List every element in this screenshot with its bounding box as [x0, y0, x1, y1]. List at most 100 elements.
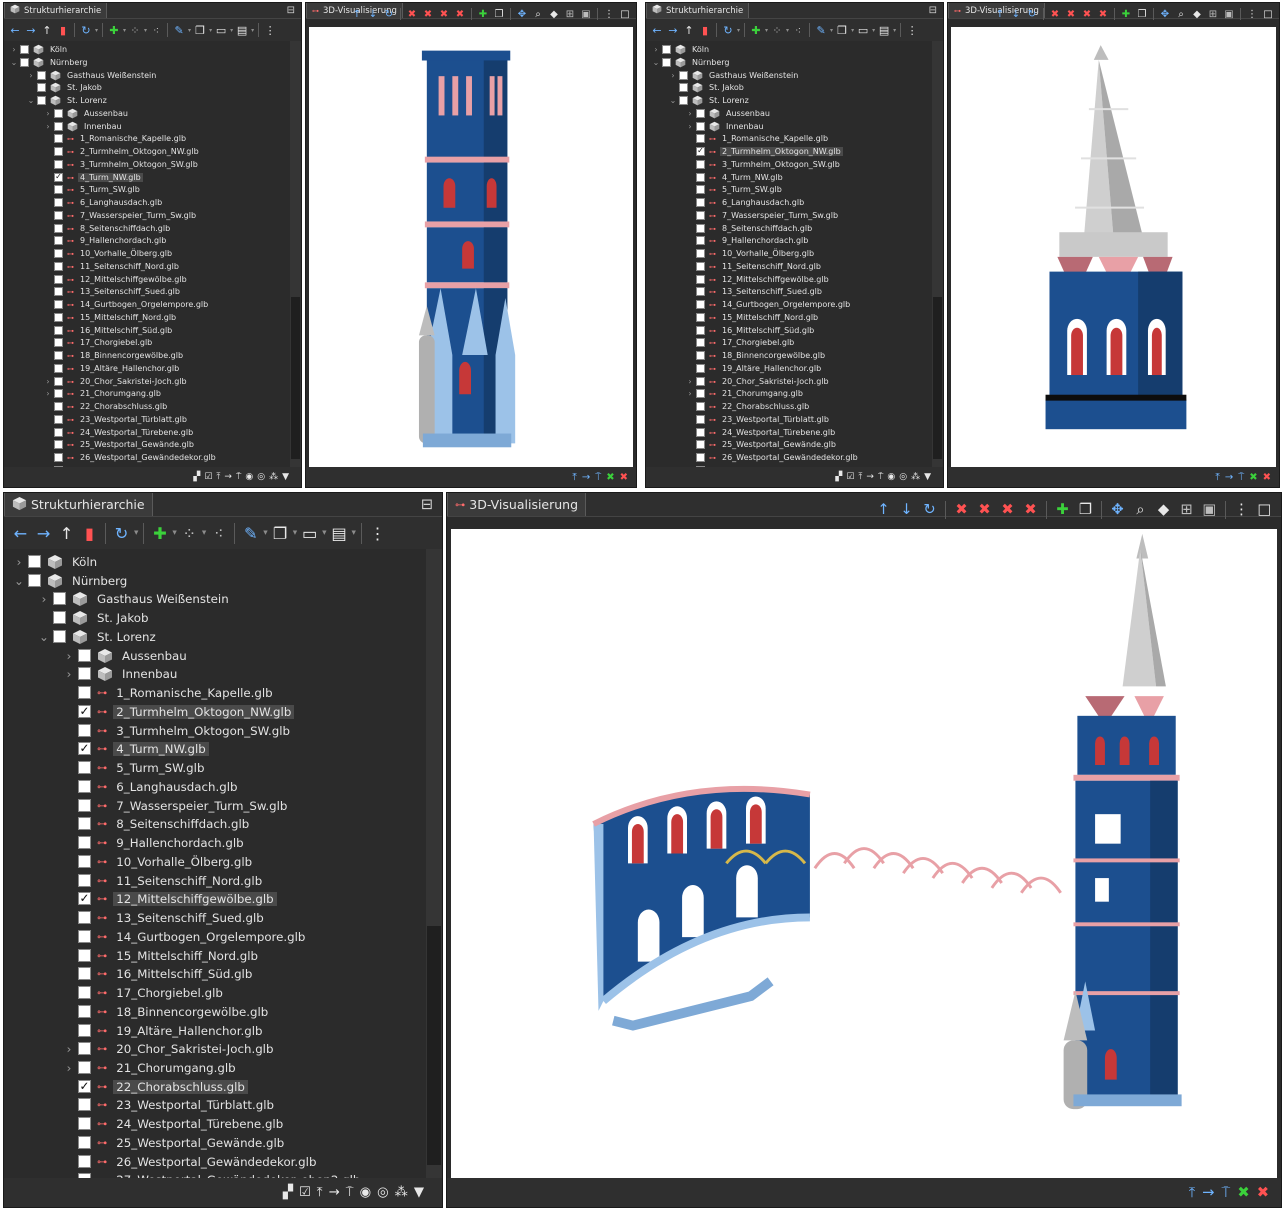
tree-row[interactable]: ⊶27_Westportal_Gewändedekor_oben2.glb	[4, 1170, 426, 1178]
screen-icon[interactable]: ▣	[1199, 501, 1220, 518]
visibility-checkbox[interactable]	[78, 930, 91, 943]
tree-row[interactable]: ⊶ 14_Gurtbogen_Orgelempore.glb	[4, 298, 290, 311]
zoom-icon[interactable]: ⌕	[1130, 501, 1151, 518]
eye-off-icon[interactable]: ◎	[257, 472, 265, 482]
tree-row[interactable]: ⊶ 3_Turmhelm_Oktogon_SW.glb	[4, 721, 426, 740]
visibility-checkbox[interactable]	[54, 377, 63, 386]
visibility-checkbox[interactable]	[78, 724, 91, 737]
tree-row[interactable]: › ⊶ 21_Chorumgang.glb	[4, 1058, 426, 1077]
fork-icon[interactable]: ⍑	[1222, 1184, 1231, 1201]
tree-row[interactable]: ⌄ Nürnberg	[4, 56, 290, 69]
chevron-right-icon[interactable]: ›	[60, 649, 78, 663]
add-icon[interactable]: ✚	[476, 9, 490, 20]
visibility-checkbox[interactable]	[54, 236, 63, 245]
tree-row[interactable]: ⊶ 11_Seitenschiff_Nord.glb	[646, 260, 932, 273]
pin-remove-icon[interactable]: ✖	[453, 9, 467, 20]
tree-row[interactable]: ⊶ 17_Chorgiebel.glb	[646, 336, 932, 349]
more-icon[interactable]: ⋮	[905, 19, 919, 41]
dropdown-icon[interactable]: ▾	[851, 27, 854, 34]
dropdown-icon[interactable]: ▾	[830, 27, 833, 34]
tree-row[interactable]: ⊶ 23_Westportal_Türblatt.glb	[4, 413, 290, 426]
dropdown-icon[interactable]: ▾	[134, 528, 138, 538]
eye-icon[interactable]: ◉	[887, 472, 895, 482]
grid-icon[interactable]: ⊞	[563, 9, 577, 20]
scrollbar-thumb[interactable]	[427, 926, 441, 1165]
filter-icon[interactable]: ▼	[282, 472, 289, 482]
zoom-icon[interactable]: ⌕	[531, 9, 545, 20]
fork-icon[interactable]: ⍑	[1238, 472, 1244, 483]
arrow-left-icon[interactable]: ←	[10, 517, 31, 549]
pencil-icon[interactable]: ✎	[172, 19, 186, 41]
visibility-checkbox[interactable]	[54, 313, 63, 322]
visibility-checkbox[interactable]	[78, 1005, 91, 1018]
tree-row[interactable]: › ⊶ 21_Chorumgang.glb	[4, 387, 290, 400]
chevron-down-icon[interactable]: ⌄	[35, 630, 53, 644]
dropdown-icon[interactable]: ▾	[172, 528, 176, 538]
down-icon[interactable]: ↓	[366, 9, 380, 20]
chevron-right-icon[interactable]: ›	[60, 1061, 78, 1075]
add-icon[interactable]: ✚	[1052, 501, 1073, 518]
pin-green-icon[interactable]: ✖	[606, 472, 614, 483]
check-icon[interactable]: ☑	[204, 472, 212, 482]
tree-row[interactable]: ⊶ 19_Altäre_Hallenchor.glb	[4, 1021, 426, 1040]
tree-row[interactable]: ⊶ 22_Chorabschluss.glb	[4, 1077, 426, 1096]
visibility-checkbox[interactable]	[54, 338, 63, 347]
visibility-checkbox[interactable]	[78, 1061, 91, 1074]
tree-row[interactable]: ⊶ 18_Binnencorgewölbe.glb	[646, 349, 932, 362]
chevron-right-icon[interactable]: ›	[684, 389, 696, 398]
visibility-checkbox[interactable]	[28, 574, 41, 587]
visibility-checkbox[interactable]	[54, 147, 63, 156]
visibility-checkbox[interactable]	[54, 326, 63, 335]
visibility-checkbox[interactable]	[78, 1136, 91, 1149]
chevron-right-icon[interactable]: ›	[650, 45, 662, 54]
screen-icon[interactable]: ▣	[1222, 9, 1236, 20]
tree-row[interactable]: ⊶ 19_Altäre_Hallenchor.glb	[646, 362, 932, 375]
link-icon[interactable]: ⁖	[208, 517, 229, 549]
tree-row[interactable]: ⌄ Nürnberg	[646, 56, 932, 69]
dropdown-icon[interactable]: ▾	[209, 27, 212, 34]
visibility-checkbox[interactable]	[696, 134, 705, 143]
arrow-right-icon[interactable]: →	[329, 1185, 340, 1200]
visibility-checkbox[interactable]	[78, 874, 91, 887]
visibility-checkbox[interactable]	[696, 249, 705, 258]
visibility-checkbox[interactable]	[54, 224, 63, 233]
3d-viewport[interactable]	[951, 27, 1276, 467]
tree-row[interactable]: ⊶ 6_Langhausdach.glb	[4, 777, 426, 796]
visibility-checkbox[interactable]	[696, 287, 705, 296]
tree-row[interactable]: ⊶ 9_Hallenchordach.glb	[4, 833, 426, 852]
pin-add-icon[interactable]: ✖	[997, 501, 1018, 518]
fork-icon[interactable]: ⍑	[878, 472, 883, 482]
arrow-up-icon[interactable]: ↑	[56, 517, 77, 549]
dropdown-icon[interactable]: ▾	[230, 27, 233, 34]
tree-row[interactable]: ⊶ 13_Seitenschiff_Sued.glb	[4, 285, 290, 298]
visibility-checkbox[interactable]	[78, 741, 91, 755]
visibility-checkbox[interactable]	[696, 338, 705, 347]
visibility-checkbox[interactable]	[696, 313, 705, 322]
database-icon[interactable]: ▮	[56, 19, 70, 41]
tree-row[interactable]: ⊶ 13_Seitenschiff_Sued.glb	[4, 908, 426, 927]
visibility-checkbox[interactable]	[54, 402, 63, 411]
tree-row[interactable]: ⊶ 4_Turm_NW.glb	[4, 739, 426, 758]
chevron-down-icon[interactable]: ⌄	[667, 96, 679, 105]
tree-row[interactable]: ⊶ 16_Mittelschiff_Süd.glb	[4, 964, 426, 983]
dropdown-icon[interactable]: ▾	[144, 27, 147, 34]
tree-row[interactable]: ⊶ 5_Turm_SW.glb	[646, 183, 932, 196]
add-icon[interactable]: ✚	[107, 19, 121, 41]
tree-row[interactable]: ⊶ 12_Mittelschiffgewölbe.glb	[4, 889, 426, 908]
refresh-icon[interactable]: ↻	[919, 501, 940, 518]
scrollbar-thumb[interactable]	[291, 297, 300, 459]
dropdown-icon[interactable]: ▾	[872, 27, 875, 34]
chevron-down-icon[interactable]: ⌄	[650, 58, 662, 67]
visibility-checkbox[interactable]	[696, 326, 705, 335]
chevron-right-icon[interactable]: ›	[684, 109, 696, 118]
more-icon[interactable]: ⋮	[602, 9, 616, 20]
visibility-checkbox[interactable]	[696, 440, 705, 449]
pin-red-icon[interactable]: ✖	[405, 9, 419, 20]
visibility-checkbox[interactable]	[54, 122, 63, 131]
chevron-right-icon[interactable]: ›	[667, 71, 679, 80]
tree-row[interactable]: ⊶ 26_Westportal_Gewändedekor.glb	[646, 451, 932, 464]
visibility-checkbox[interactable]	[54, 428, 63, 437]
visibility-checkbox[interactable]	[37, 96, 46, 105]
chevron-right-icon[interactable]: ›	[35, 592, 53, 606]
node-icon[interactable]: ⁘	[179, 517, 200, 549]
